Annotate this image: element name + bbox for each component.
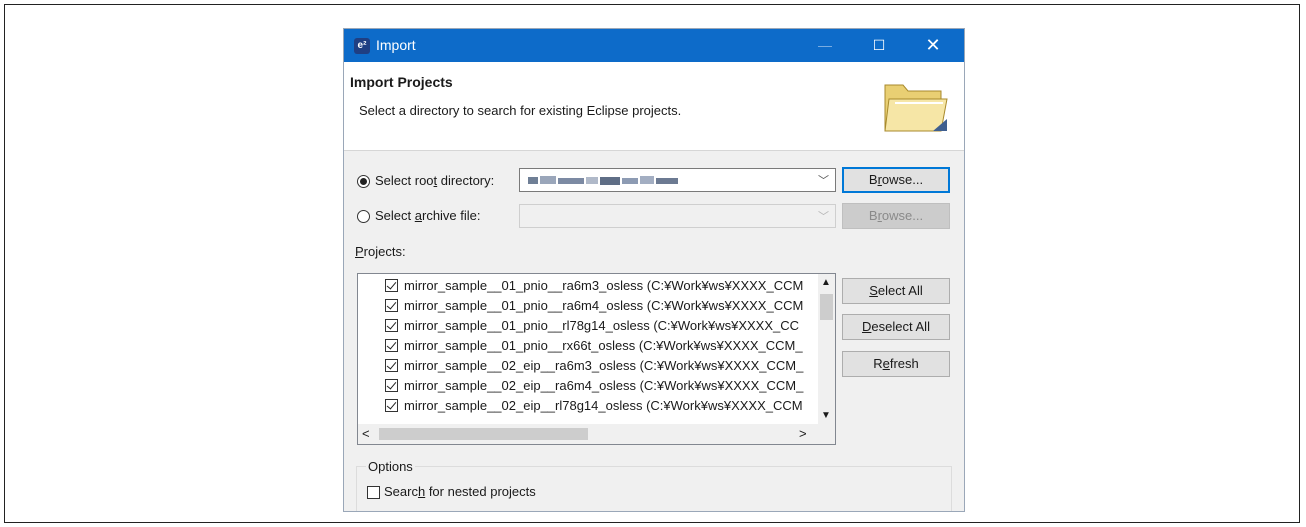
select-all-button[interactable]: Select All — [842, 278, 950, 304]
project-name: mirror_sample__02_eip__ra6m3_osless (C:¥… — [404, 358, 804, 373]
project-checkbox[interactable] — [385, 319, 398, 332]
project-name: mirror_sample__01_pnio__ra6m4_osless (C:… — [404, 298, 804, 313]
project-checkbox[interactable] — [385, 299, 398, 312]
scrollbar-corner — [818, 424, 835, 444]
options-group-label: Options — [366, 459, 415, 474]
project-checkbox[interactable] — [385, 339, 398, 352]
scroll-up-icon[interactable]: ▲ — [821, 277, 831, 288]
app-icon: e² — [354, 38, 370, 54]
horizontal-scrollbar[interactable]: < > — [358, 424, 835, 444]
page-title: Import Projects — [350, 74, 453, 90]
root-directory-label[interactable]: Select root directory: — [375, 173, 494, 188]
chevron-down-icon: ﹀ — [818, 211, 829, 223]
list-item[interactable]: mirror_sample__01_pnio__ra6m4_osless (C:… — [358, 296, 818, 316]
refresh-button[interactable]: Refresh — [842, 351, 950, 377]
vertical-scroll-thumb[interactable] — [820, 294, 833, 320]
project-checkbox[interactable] — [385, 399, 398, 412]
vertical-scrollbar[interactable]: ▲ ▼ — [818, 274, 835, 424]
title-bar[interactable]: e² Import — ☐ ✕ — [344, 29, 964, 62]
window-title: Import — [376, 37, 416, 53]
nested-projects-checkbox[interactable] — [367, 486, 380, 499]
wizard-banner: Import Projects Select a directory to se… — [344, 62, 964, 151]
projects-list[interactable]: mirror_sample__01_pnio__ra6m3_osless (C:… — [357, 273, 836, 445]
blurred-path-text — [528, 176, 678, 185]
minimize-button[interactable]: — — [802, 29, 848, 62]
nested-projects-label[interactable]: Search for nested projects — [384, 484, 536, 499]
project-name: mirror_sample__01_pnio__ra6m3_osless (C:… — [404, 278, 804, 293]
project-name: mirror_sample__01_pnio__rx66t_osless (C:… — [404, 338, 803, 353]
scroll-left-icon[interactable]: < — [362, 426, 370, 441]
project-name: mirror_sample__01_pnio__rl78g14_osless (… — [404, 318, 800, 333]
project-checkbox[interactable] — [385, 279, 398, 292]
archive-file-radio[interactable] — [357, 210, 370, 223]
projects-label: Projects: — [355, 244, 406, 259]
scroll-right-icon[interactable]: > — [799, 426, 807, 441]
project-name: mirror_sample__02_eip__rl78g14_osless (C… — [404, 398, 803, 413]
horizontal-scroll-thumb[interactable] — [379, 428, 588, 440]
folder-icon — [884, 84, 948, 132]
list-item[interactable]: mirror_sample__02_eip__rl78g14_osless (C… — [358, 396, 818, 416]
archive-file-combo: ﹀ — [519, 204, 836, 228]
browse-archive-button: Browse... — [842, 203, 950, 229]
list-item[interactable]: mirror_sample__01_pnio__rl78g14_osless (… — [358, 316, 818, 336]
chevron-down-icon[interactable]: ﹀ — [818, 172, 829, 188]
list-item[interactable]: mirror_sample__02_eip__ra6m3_osless (C:¥… — [358, 356, 818, 376]
scroll-down-icon[interactable]: ▼ — [821, 410, 831, 421]
archive-file-label[interactable]: Select archive file: — [375, 208, 481, 223]
close-button[interactable]: ✕ — [910, 29, 956, 62]
deselect-all-button[interactable]: Deselect All — [842, 314, 950, 340]
maximize-button[interactable]: ☐ — [856, 29, 902, 62]
list-item[interactable]: mirror_sample__01_pnio__rx66t_osless (C:… — [358, 336, 818, 356]
list-item[interactable]: mirror_sample__01_pnio__ra6m3_osless (C:… — [358, 276, 818, 296]
page-description: Select a directory to search for existin… — [359, 103, 682, 118]
project-name: mirror_sample__02_eip__ra6m4_osless (C:¥… — [404, 378, 804, 393]
root-directory-radio[interactable] — [357, 175, 370, 188]
project-checkbox[interactable] — [385, 379, 398, 392]
browse-directory-button[interactable]: Browse... — [842, 167, 950, 193]
root-directory-combo[interactable]: ﹀ — [519, 168, 836, 192]
list-item[interactable]: mirror_sample__02_eip__ra6m4_osless (C:¥… — [358, 376, 818, 396]
project-checkbox[interactable] — [385, 359, 398, 372]
import-dialog: e² Import — ☐ ✕ Import Projects Select a… — [344, 29, 964, 511]
